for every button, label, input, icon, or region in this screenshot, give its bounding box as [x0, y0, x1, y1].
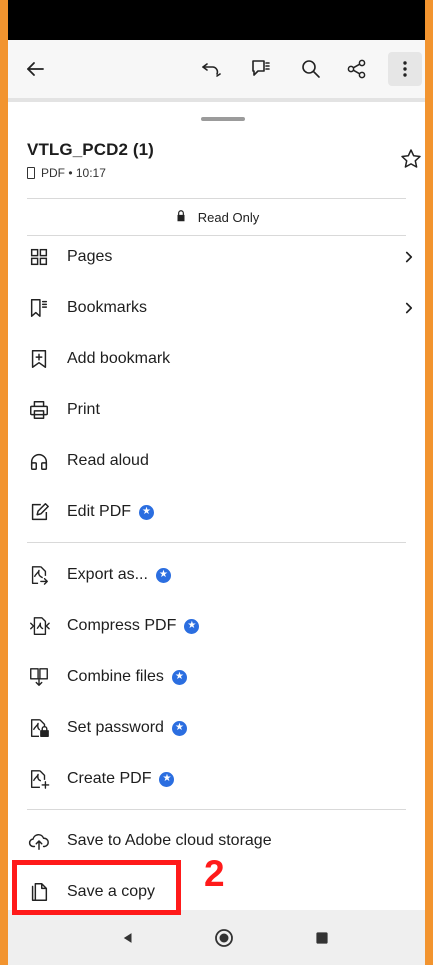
menu-label: Print: [67, 401, 100, 418]
menu-item-combine-files[interactable]: Combine files ★: [20, 655, 420, 699]
drag-handle[interactable]: [201, 117, 245, 121]
menu-item-print[interactable]: Print: [20, 388, 420, 432]
menu-item-create-pdf[interactable]: Create PDF ★: [20, 757, 420, 801]
premium-star-icon: ★: [171, 720, 187, 736]
menu-label: Edit PDF: [67, 503, 132, 520]
menu-item-edit-pdf[interactable]: Edit PDF ★: [20, 490, 420, 534]
printer-icon: [27, 398, 51, 422]
document-meta: PDF • 10:17: [27, 166, 106, 180]
bookmarks-icon: [27, 296, 51, 320]
read-only-banner: Read Only: [8, 205, 425, 229]
premium-star-icon: ★: [155, 567, 171, 583]
cloud-upload-icon: [27, 829, 51, 853]
menu-label: Set password: [67, 719, 164, 736]
divider: [27, 198, 406, 199]
comment-icon[interactable]: [246, 54, 276, 84]
menu-item-add-bookmark[interactable]: Add bookmark: [20, 337, 420, 381]
chevron-right-icon: [398, 245, 420, 269]
menu-label: Compress PDF: [67, 617, 177, 634]
nav-home-icon[interactable]: [214, 928, 234, 948]
premium-star-icon: ★: [159, 771, 175, 787]
premium-star-icon: ★: [139, 504, 155, 520]
menu-label: Bookmarks: [67, 299, 148, 316]
top-toolbar: [8, 40, 425, 98]
arrow-left-icon[interactable]: [20, 54, 50, 84]
document-meta-text: PDF • 10:17: [41, 166, 106, 180]
combine-files-icon: [27, 665, 51, 689]
create-pdf-icon: [27, 767, 51, 791]
menu-label: Add bookmark: [67, 350, 171, 367]
phone-icon: [27, 167, 35, 179]
menu-item-export-as[interactable]: Export as... ★: [20, 553, 420, 597]
password-pdf-icon: [27, 716, 51, 740]
more-vertical-icon[interactable]: [388, 52, 422, 86]
menu-label: Combine files: [67, 668, 164, 685]
menu-item-compress-pdf[interactable]: Compress PDF ★: [20, 604, 420, 648]
menu-label: Pages: [67, 248, 113, 265]
menu-item-set-password[interactable]: Set password ★: [20, 706, 420, 750]
menu-label: Read aloud: [67, 452, 149, 469]
menu-label: Create PDF: [67, 770, 152, 787]
undo-icon[interactable]: [196, 54, 226, 84]
divider: [27, 542, 406, 543]
menu-item-pages[interactable]: Pages: [20, 235, 420, 279]
app-frame: VTLG_PCD2 (1) PDF • 10:17 Read Only Page…: [8, 0, 425, 965]
export-pdf-icon: [27, 563, 51, 587]
star-outline-icon[interactable]: [396, 144, 425, 174]
pages-grid-icon: [27, 245, 51, 269]
annotation-highlight-box: [12, 860, 181, 915]
menu-item-bookmarks[interactable]: Bookmarks: [20, 286, 420, 330]
share-icon[interactable]: [342, 54, 372, 84]
nav-recents-icon[interactable]: [312, 928, 332, 948]
read-only-label: Read Only: [197, 209, 260, 225]
menu-item-read-aloud[interactable]: Read aloud: [20, 439, 420, 483]
menu-label: Export as...: [67, 566, 148, 583]
headphones-icon: [27, 449, 51, 473]
search-icon[interactable]: [296, 54, 326, 84]
premium-star-icon: ★: [184, 618, 200, 634]
divider: [27, 809, 406, 810]
nav-back-icon[interactable]: [118, 928, 138, 948]
edit-pdf-icon: [27, 500, 51, 524]
premium-star-icon: ★: [171, 669, 187, 685]
lock-icon: [174, 209, 188, 226]
system-nav-bar: [8, 910, 425, 965]
status-bar: [8, 0, 425, 40]
menu-label: Save to Adobe cloud storage: [67, 832, 272, 849]
bottom-sheet-menu: VTLG_PCD2 (1) PDF • 10:17 Read Only Page…: [8, 102, 425, 910]
add-bookmark-icon: [27, 347, 51, 371]
annotation-step-number: 2: [204, 853, 225, 894]
compress-pdf-icon: [27, 614, 51, 638]
document-title: VTLG_PCD2 (1): [27, 140, 154, 159]
chevron-right-icon: [398, 296, 420, 320]
